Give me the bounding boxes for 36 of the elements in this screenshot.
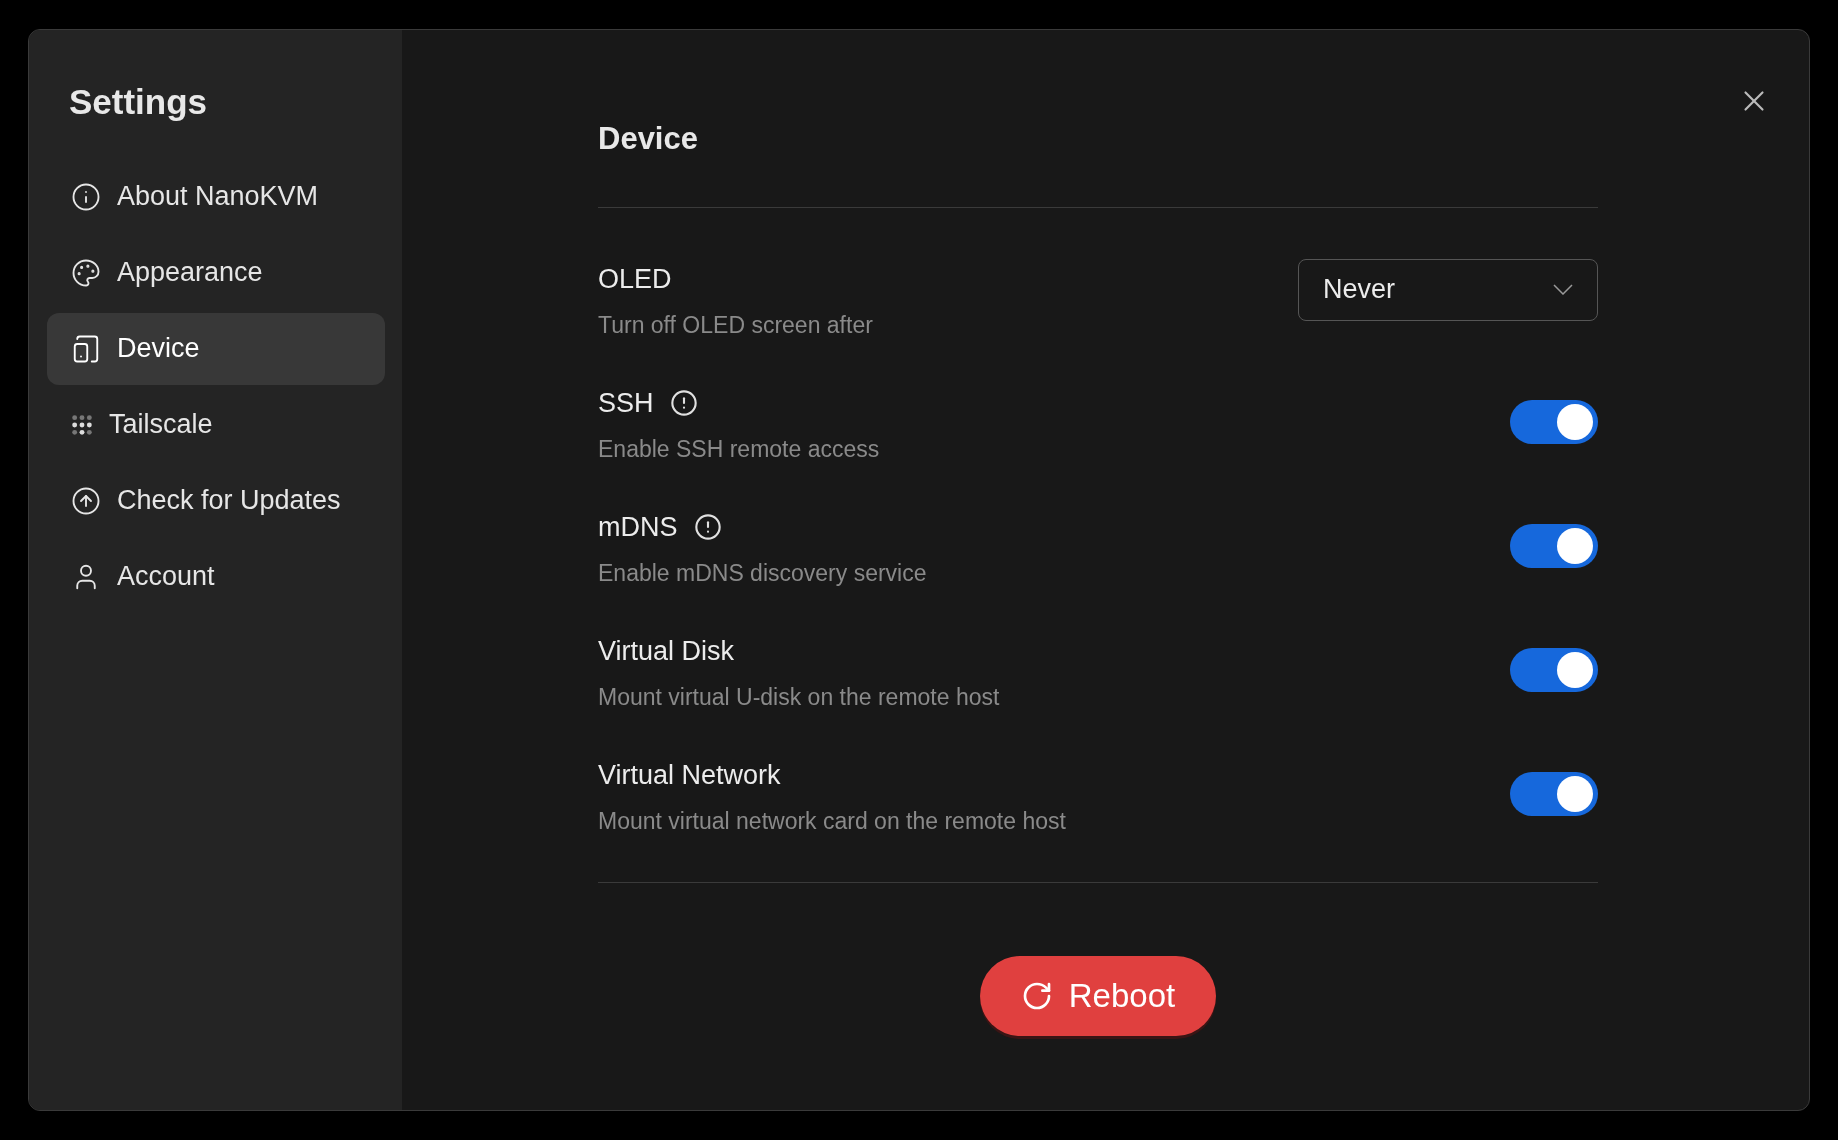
select-dropdown[interactable]: Never [1298, 258, 1598, 321]
toggle-knob [1557, 775, 1593, 812]
setting-title: Virtual Network [598, 759, 781, 792]
arrow-up-circle-icon [71, 485, 101, 516]
reboot-button[interactable]: Reboot [980, 955, 1216, 1036]
setting-title: SSH [598, 387, 654, 420]
toggle-switch[interactable] [1510, 771, 1598, 816]
tablet-icon [71, 333, 101, 364]
dots-icon [71, 413, 93, 436]
sidebar-item[interactable]: Check for Updates [47, 464, 385, 537]
info-icon [71, 181, 101, 212]
sidebar-item[interactable]: About NanoKVM [47, 160, 385, 233]
palette-icon [71, 257, 101, 288]
setting-description: Enable SSH remote access [598, 434, 880, 464]
toggle-knob [1557, 403, 1593, 440]
setting-title: OLED [598, 263, 672, 296]
setting-description: Enable mDNS discovery service [598, 558, 927, 588]
toggle-switch[interactable] [1510, 523, 1598, 568]
toggle-switch[interactable] [1510, 647, 1598, 692]
toggle-knob [1557, 651, 1593, 688]
toggle-knob [1557, 527, 1593, 564]
toggle-switch[interactable] [1510, 399, 1598, 444]
sidebar-item[interactable]: Account [47, 540, 385, 613]
sidebar-title: Settings [69, 81, 209, 123]
setting-description: Mount virtual network card on the remote host [598, 806, 1066, 836]
page-title: Device [598, 120, 699, 158]
chevron-down-icon [1553, 284, 1573, 295]
sidebar-item[interactable]: Tailscale [47, 388, 385, 461]
info-icon[interactable] [669, 389, 698, 418]
sidebar-item[interactable]: Device [47, 312, 385, 385]
setting-title: Virtual Disk [598, 635, 735, 668]
sidebar-item[interactable]: Appearance [47, 236, 385, 309]
info-icon[interactable] [693, 513, 722, 542]
setting-description: Mount virtual U-disk on the remote host [598, 682, 1000, 712]
setting-title: mDNS [598, 511, 678, 544]
setting-description: Turn off OLED screen after [598, 310, 873, 340]
